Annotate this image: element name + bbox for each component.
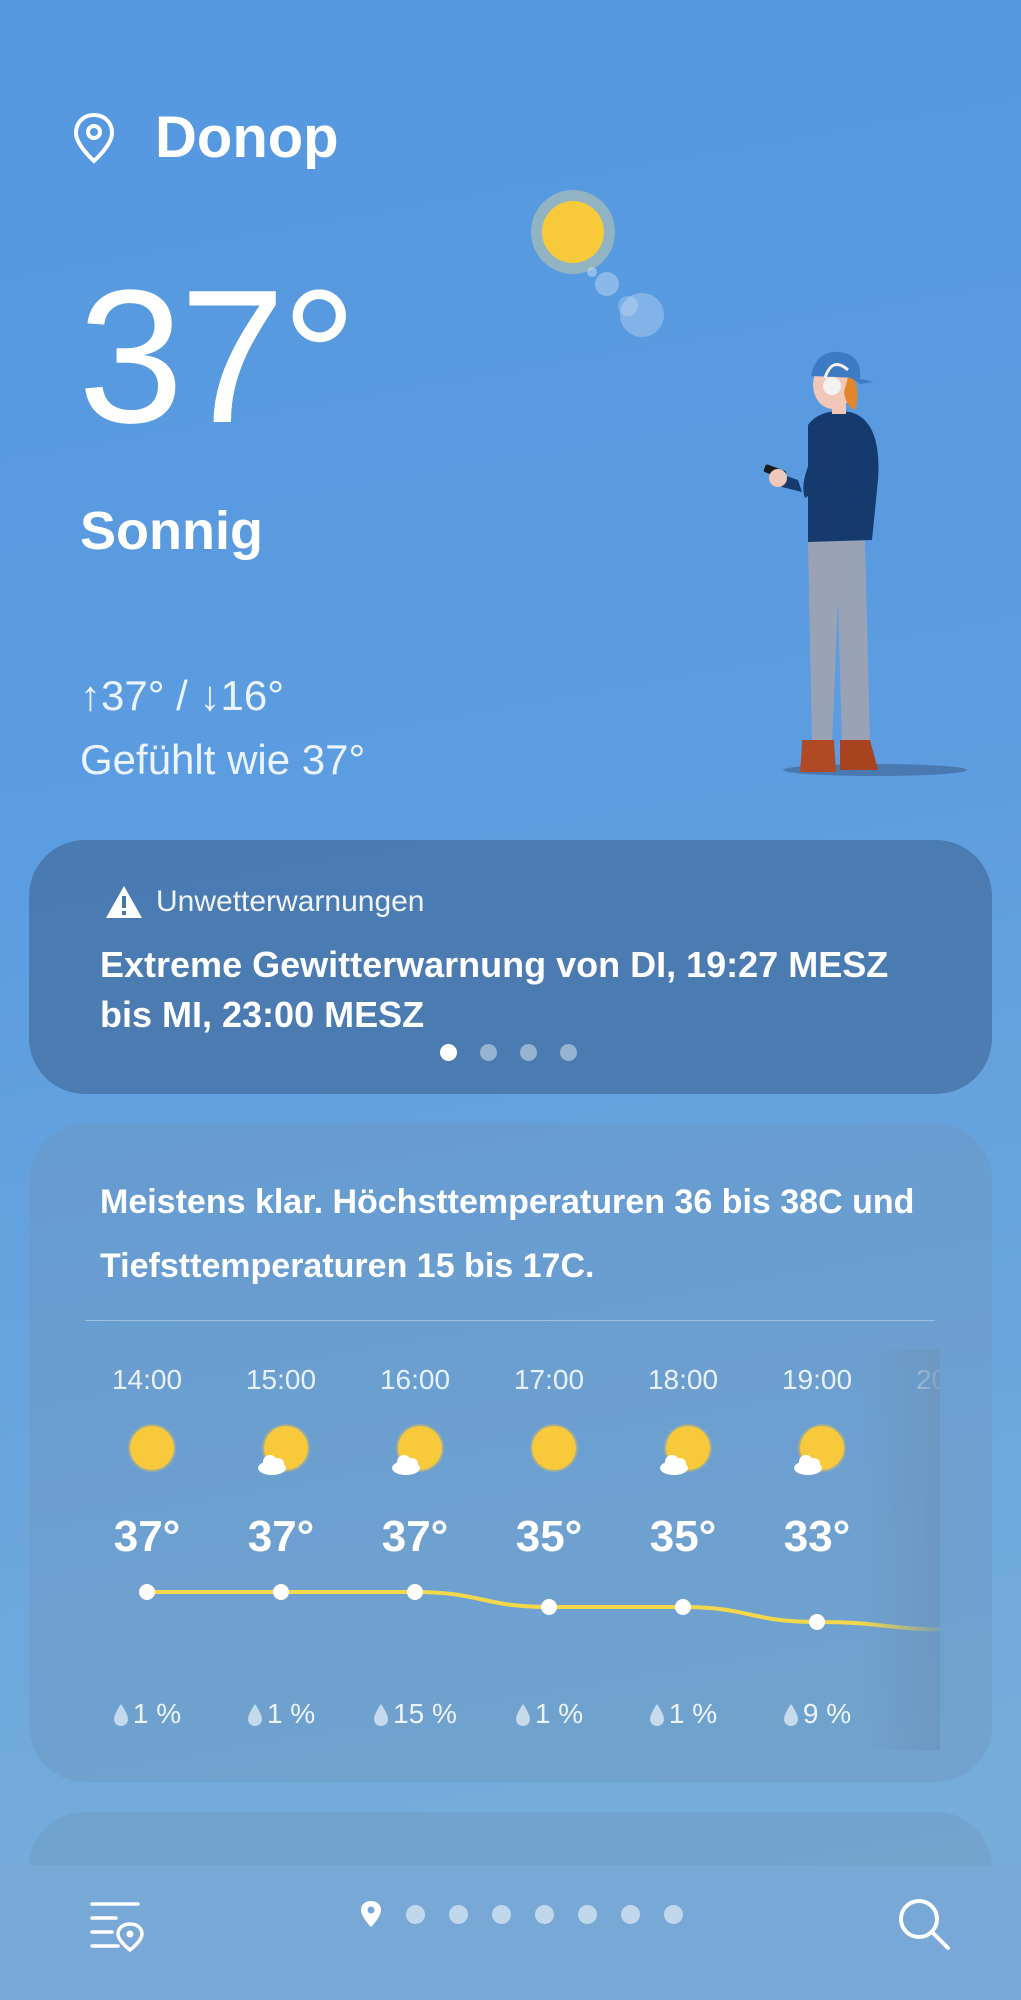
page-dot[interactable] xyxy=(578,1904,597,1924)
hour-time: 17:00 xyxy=(513,1364,585,1395)
page-dot[interactable] xyxy=(406,1904,425,1924)
temperature-point xyxy=(407,1584,423,1600)
precipitation-value: 1 % xyxy=(534,1698,584,1729)
city-name: Donop xyxy=(155,105,339,170)
hour-precipitation: 1 % xyxy=(85,1698,214,1730)
feels-like-temperature: Gefühlt wie 37° xyxy=(80,736,366,783)
search-icon[interactable] xyxy=(896,1896,952,1952)
pager-dot[interactable] xyxy=(440,1044,457,1061)
raindrop-icon xyxy=(515,1704,530,1726)
pager-dot[interactable] xyxy=(520,1044,537,1061)
temperature-point xyxy=(139,1584,155,1600)
location-page-indicator[interactable] xyxy=(360,1900,683,1928)
divider xyxy=(85,1320,935,1321)
page-dot[interactable] xyxy=(449,1904,468,1924)
bottom-navigation xyxy=(0,1865,1021,2000)
hourly-forecast-scroller[interactable]: 14:00 37° 1 % 15:00 37° 1 % 16:00 37° 15 % 17:00 3… xyxy=(85,1350,940,1750)
precipitation-value: 1 % xyxy=(668,1698,718,1729)
sun-cloud-icon xyxy=(794,1424,846,1475)
raindrop-icon xyxy=(113,1704,128,1726)
scroll-fade xyxy=(860,1350,940,1750)
precipitation-value: 9 % xyxy=(802,1698,852,1729)
sun-illustration-icon xyxy=(531,190,664,337)
temperature-point xyxy=(809,1614,825,1630)
forecast-summary: Meistens klar. Höchsttemperaturen 36 bis… xyxy=(100,1183,915,1285)
hour-time: 14:00 xyxy=(111,1364,183,1395)
current-temperature: 37° xyxy=(78,251,357,463)
hour-temperature: 37° xyxy=(247,1512,315,1561)
sun-cloud-icon xyxy=(392,1424,444,1475)
high-low-temperature: ↑37° / ↓16° xyxy=(80,672,285,719)
hour-precipitation: 1 % xyxy=(482,1698,616,1730)
precipitation-value: 1 % xyxy=(266,1698,316,1729)
page-dot[interactable] xyxy=(492,1904,511,1924)
temperature-point xyxy=(273,1584,289,1600)
sun-icon xyxy=(128,1424,176,1472)
alert-pager[interactable] xyxy=(440,1044,577,1061)
person-illustration xyxy=(763,351,967,776)
precipitation-value: 15 % xyxy=(393,1698,457,1729)
raindrop-icon xyxy=(649,1704,664,1726)
page-dot[interactable] xyxy=(535,1904,554,1924)
pager-dot[interactable] xyxy=(560,1044,577,1061)
current-location-pin-icon[interactable] xyxy=(360,1900,382,1928)
hour-precipitation: 1 % xyxy=(214,1698,348,1730)
hour-precipitation: 15 % xyxy=(348,1698,482,1730)
location-list-icon[interactable] xyxy=(88,1896,144,1952)
hour-time: 16:00 xyxy=(379,1364,451,1395)
hour-precipitation: 1 % xyxy=(616,1698,750,1730)
temperature-point xyxy=(541,1599,557,1615)
hour-temperature: 35° xyxy=(515,1512,583,1561)
hour-time: 18:00 xyxy=(647,1364,719,1395)
sun-icon xyxy=(530,1424,578,1472)
page-dot[interactable] xyxy=(664,1904,683,1924)
raindrop-icon xyxy=(374,1704,389,1726)
hour-temperature: 35° xyxy=(649,1512,717,1561)
current-condition: Sonnig xyxy=(80,501,263,561)
alert-heading: Unwetterwarnungen xyxy=(156,885,425,918)
hour-time: 15:00 xyxy=(245,1364,317,1395)
sun-cloud-icon xyxy=(258,1424,310,1475)
temperature-point xyxy=(675,1599,691,1615)
hour-temperature: 37° xyxy=(381,1512,449,1561)
weather-illustration xyxy=(531,190,967,776)
sun-cloud-icon xyxy=(660,1424,712,1475)
raindrop-icon xyxy=(783,1704,798,1726)
pager-dot[interactable] xyxy=(480,1044,497,1061)
page-dot[interactable] xyxy=(621,1904,640,1924)
warning-icon xyxy=(106,886,142,918)
raindrop-icon xyxy=(247,1704,262,1726)
alert-text: Extreme Gewitterwarnung von DI, 19:27 ME… xyxy=(100,944,889,1035)
precipitation-value: 1 % xyxy=(132,1698,182,1729)
hour-temperature: 37° xyxy=(113,1512,181,1561)
location-pin-icon xyxy=(73,112,115,164)
